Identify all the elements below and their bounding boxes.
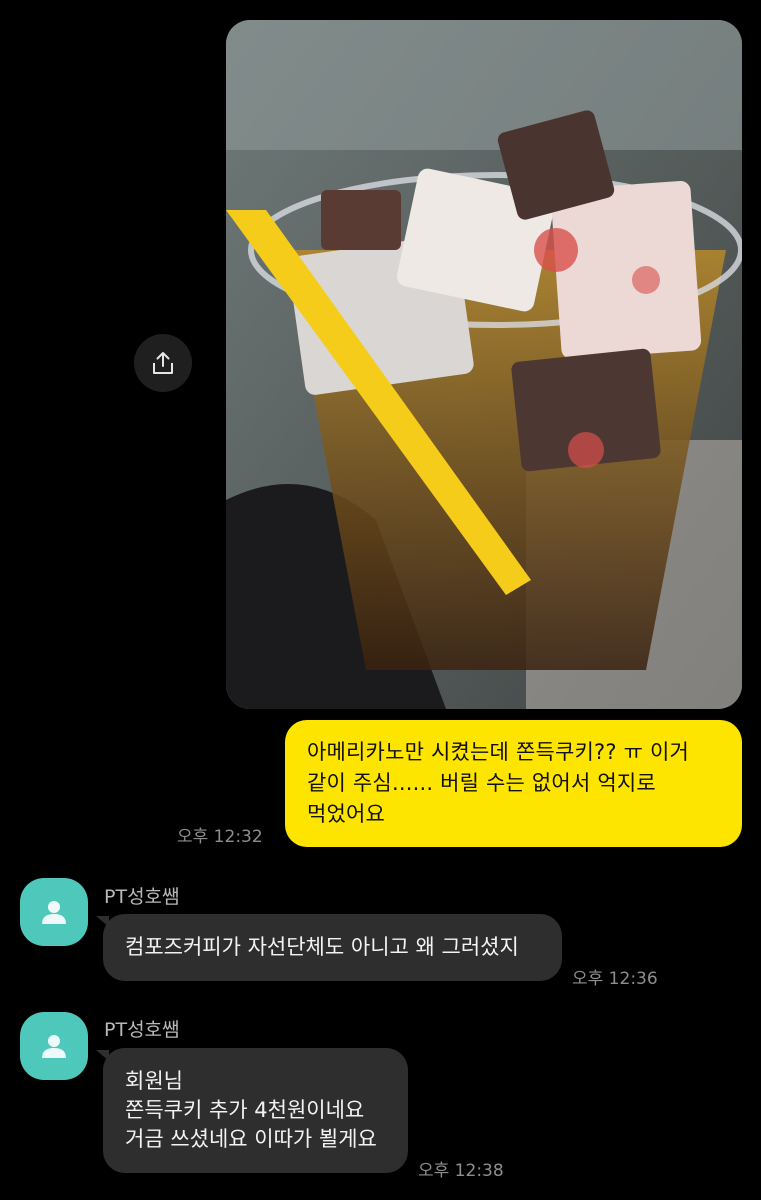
person-icon: [42, 1035, 66, 1058]
message-line: 거금 쓰셨네요 이따가 뵐게요: [125, 1127, 377, 1151]
drink-photo: [226, 20, 742, 709]
message-time: 오후 12:38: [418, 1161, 504, 1181]
share-icon: [153, 352, 173, 374]
message-line: 먹었어요: [307, 802, 386, 826]
message-time: 오후 12:32: [177, 827, 263, 847]
photo-message[interactable]: [226, 20, 742, 709]
person-icon: [42, 901, 66, 924]
other-message-bubble[interactable]: 컴포즈커피가 자선단체도 아니고 왜 그러셨지: [103, 914, 562, 981]
other-message-bubble[interactable]: 회원님 쫀득쿠키 추가 4천원이네요 거금 쓰셨네요 이따가 뵐게요: [103, 1048, 408, 1173]
avatar[interactable]: [20, 1012, 88, 1080]
sender-name: PT성호쌤: [104, 886, 180, 908]
message-line: 아메리카노만 시켰는데 쫀득쿠키?? ㅠ 이거: [307, 740, 690, 764]
sender-name: PT성호쌤: [104, 1019, 180, 1041]
message-line: 쫀득쿠키 추가 4천원이네요: [125, 1098, 365, 1122]
my-message-bubble[interactable]: 아메리카노만 시켰는데 쫀득쿠키?? ㅠ 이거 같이 주심...... 버릴 수…: [285, 720, 742, 847]
message-line: 컴포즈커피가 자선단체도 아니고 왜 그러셨지: [125, 935, 519, 959]
avatar[interactable]: [20, 878, 88, 946]
share-button[interactable]: [134, 334, 192, 392]
message-line: 회원님: [125, 1069, 183, 1093]
message-line: 같이 주심...... 버릴 수는 없어서 억지로: [307, 771, 656, 795]
message-time: 오후 12:36: [572, 969, 658, 989]
